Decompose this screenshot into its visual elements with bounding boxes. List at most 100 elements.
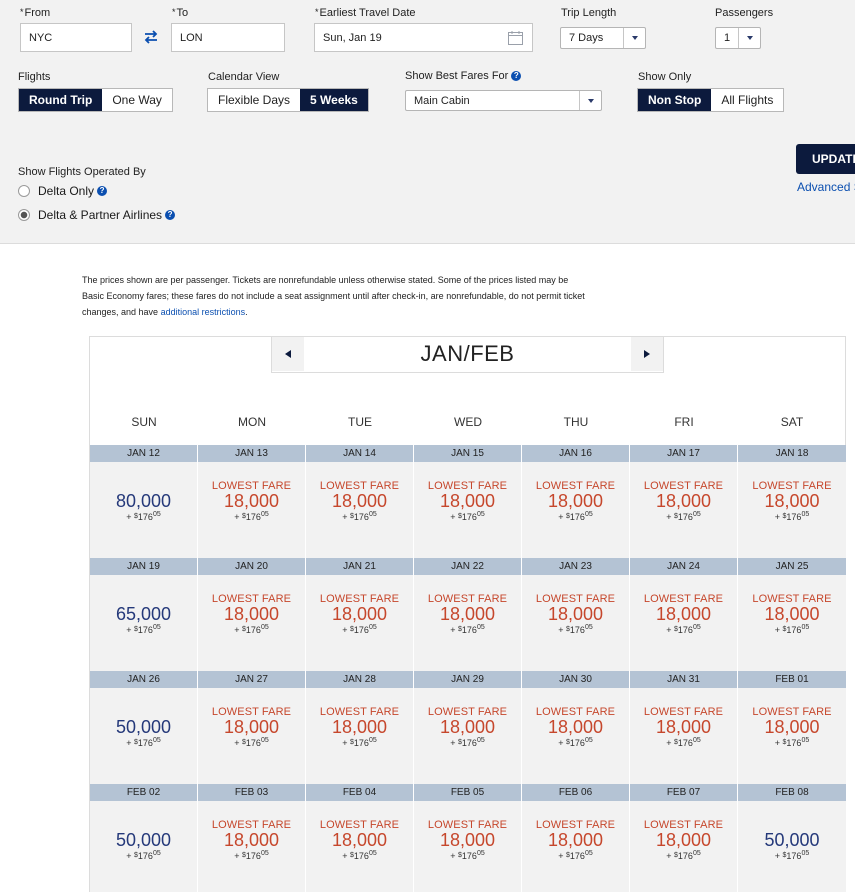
fare-miles: 18,000	[547, 604, 604, 624]
fare-miles: 18,000	[547, 491, 604, 511]
date-input[interactable]: Sun, Jan 19	[314, 23, 533, 52]
day-fare-cell[interactable]: LOWEST FARE 18,000 + $17605	[630, 575, 738, 671]
day-fare-cell[interactable]: LOWEST FARE 18,000 + $17605	[522, 801, 630, 892]
fare-taxes: + $17605	[558, 511, 593, 522]
fare-taxes: + $17605	[450, 624, 485, 635]
fare-miles: 18,000	[223, 717, 280, 737]
fare-miles: 18,000	[655, 717, 712, 737]
day-fare-cell[interactable]: LOWEST FARE 18,000 + $17605	[414, 575, 522, 671]
non-stop-option[interactable]: Non Stop	[638, 89, 712, 111]
delta-partner-option[interactable]: Delta & Partner Airlines ?	[18, 208, 176, 222]
day-fare-cell[interactable]: LOWEST FARE 18,000 + $17605	[198, 688, 306, 784]
help-icon[interactable]: ?	[97, 186, 108, 196]
day-date-label: FEB 01	[738, 671, 847, 688]
all-flights-option[interactable]: All Flights	[711, 89, 783, 111]
fare-taxes: + $17605	[666, 850, 701, 861]
day-fare-cell[interactable]: LOWEST FARE 18,000 + $17605	[414, 688, 522, 784]
prev-month-button[interactable]	[272, 337, 304, 371]
day-fare-cell[interactable]: LOWEST FARE 18,000 + $17605	[198, 575, 306, 671]
day-fare-cell[interactable]: LOWEST FARE 18,000 + $17605	[738, 462, 847, 558]
day-date-label: JAN 17	[630, 445, 738, 462]
day-fare-cell[interactable]: LOWEST FARE 18,000 + $17605	[306, 801, 414, 892]
fare-taxes: + $17605	[774, 850, 810, 861]
passengers-select[interactable]: 1	[715, 27, 761, 49]
day-fare-cell[interactable]: LOWEST FARE 18,000 + $17605	[414, 462, 522, 558]
weekday-label: SUN	[131, 415, 157, 429]
fare-miles: 18,000	[439, 830, 496, 850]
day-fare-cell[interactable]: 50,000 + $17605	[90, 801, 198, 892]
five-weeks-option[interactable]: 5 Weeks	[300, 89, 368, 111]
day-fare-cell[interactable]: LOWEST FARE 18,000 + $17605	[414, 801, 522, 892]
fare-miles: 18,000	[655, 491, 712, 511]
from-label: *From	[20, 7, 51, 19]
fare-taxes: + $17605	[450, 511, 485, 522]
day-date-label: JAN 19	[90, 558, 198, 575]
trip-length-label: Trip Length	[561, 7, 617, 19]
day-date-label: FEB 07	[630, 784, 738, 801]
day-fare-cell[interactable]: 80,000 + $17605	[90, 462, 198, 558]
fare-miles: 18,000	[655, 604, 712, 624]
fare-miles: 18,000	[439, 491, 496, 511]
round-trip-option[interactable]: Round Trip	[19, 89, 103, 111]
calendar-view-toggle: Flexible Days 5 Weeks	[207, 88, 369, 112]
day-date-label: JAN 13	[198, 445, 306, 462]
day-fare-cell[interactable]: LOWEST FARE 18,000 + $17605	[630, 801, 738, 892]
weekday-label: TUE	[348, 415, 372, 429]
flexible-days-option[interactable]: Flexible Days	[208, 89, 300, 111]
from-input[interactable]: NYC	[20, 23, 132, 52]
fare-miles: 18,000	[439, 717, 496, 737]
one-way-option[interactable]: One Way	[102, 89, 172, 111]
show-only-label: Show Only	[638, 71, 692, 83]
day-fare-cell[interactable]: LOWEST FARE 18,000 + $17605	[522, 575, 630, 671]
help-icon[interactable]: ?	[165, 210, 176, 220]
help-icon[interactable]: ?	[511, 71, 522, 82]
day-date-label: FEB 03	[198, 784, 306, 801]
additional-restrictions-link[interactable]: additional restrictions	[161, 307, 246, 317]
calendar-week-row: JAN 12 80,000 + $17605 JAN 13 LOWEST FARE 18,…	[90, 445, 847, 558]
fare-miles: 65,000	[115, 604, 172, 624]
day-fare-cell[interactable]: LOWEST FARE 18,000 + $17605	[522, 688, 630, 784]
fare-miles: 50,000	[764, 830, 820, 850]
radio-delta-partner[interactable]	[18, 209, 30, 221]
delta-only-option[interactable]: Delta Only ?	[18, 184, 108, 198]
day-date-label: JAN 16	[522, 445, 630, 462]
day-fare-cell[interactable]: LOWEST FARE 18,000 + $17605	[522, 462, 630, 558]
day-fare-cell[interactable]: LOWEST FARE 18,000 + $17605	[630, 688, 738, 784]
swap-icon[interactable]	[143, 29, 159, 45]
fare-miles: 18,000	[331, 604, 388, 624]
fare-taxes: + $17605	[126, 624, 161, 635]
best-fares-select[interactable]: Main Cabin	[405, 90, 602, 111]
advanced-search-link[interactable]: Advanced S	[797, 180, 855, 194]
day-fare-cell[interactable]: 50,000 + $17605	[90, 688, 198, 784]
calendar-icon[interactable]	[508, 31, 523, 45]
radio-delta-only[interactable]	[18, 185, 30, 197]
fare-taxes: + $17605	[450, 850, 485, 861]
day-fare-cell[interactable]: 50,000 + $17605	[738, 801, 847, 892]
day-fare-cell[interactable]: 65,000 + $17605	[90, 575, 198, 671]
update-button[interactable]: UPDATE	[796, 144, 855, 174]
day-date-label: JAN 23	[522, 558, 630, 575]
fare-taxes: + $17605	[342, 511, 377, 522]
day-fare-cell[interactable]: LOWEST FARE 18,000 + $17605	[738, 688, 847, 784]
day-date-label: FEB 05	[414, 784, 522, 801]
day-date-label: FEB 08	[738, 784, 847, 801]
day-fare-cell[interactable]: LOWEST FARE 18,000 + $17605	[738, 575, 847, 671]
fare-miles: 18,000	[547, 830, 604, 850]
day-fare-cell[interactable]: LOWEST FARE 18,000 + $17605	[630, 462, 738, 558]
next-month-button[interactable]	[631, 337, 663, 371]
fare-miles: 18,000	[223, 830, 280, 850]
day-fare-cell[interactable]: LOWEST FARE 18,000 + $17605	[198, 801, 306, 892]
fare-miles: 18,000	[223, 491, 280, 511]
day-fare-cell[interactable]: LOWEST FARE 18,000 + $17605	[306, 575, 414, 671]
day-fare-cell[interactable]: LOWEST FARE 18,000 + $17605	[198, 462, 306, 558]
fare-taxes: + $17605	[666, 624, 701, 635]
trip-length-select[interactable]: 7 Days	[560, 27, 646, 49]
day-date-label: JAN 28	[306, 671, 414, 688]
day-fare-cell[interactable]: LOWEST FARE 18,000 + $17605	[306, 462, 414, 558]
fare-miles: 18,000	[331, 830, 388, 850]
fare-miles: 50,000	[115, 717, 172, 737]
fare-taxes: + $17605	[126, 737, 161, 748]
fare-miles: 50,000	[115, 830, 172, 850]
day-fare-cell[interactable]: LOWEST FARE 18,000 + $17605	[306, 688, 414, 784]
to-input[interactable]: LON	[171, 23, 285, 52]
